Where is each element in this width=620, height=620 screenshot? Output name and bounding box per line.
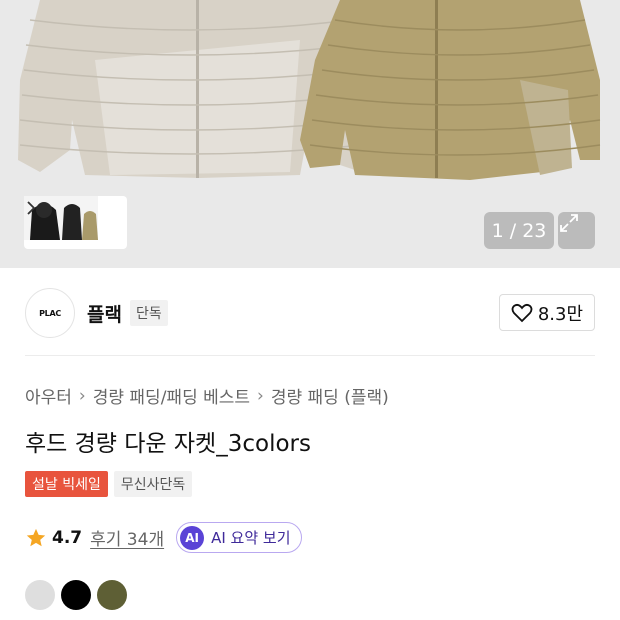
breadcrumb-item[interactable]: 경량 패딩 (플랙) xyxy=(271,383,389,408)
breadcrumb: 아우터 › 경량 패딩/패딩 베스트 › 경량 패딩 (플랙) xyxy=(25,383,389,409)
ai-summary-button[interactable]: AI AI 요약 보기 xyxy=(176,522,302,553)
breadcrumb-item[interactable]: 아우터 xyxy=(25,383,72,408)
chevron-right-icon: › xyxy=(257,385,264,406)
like-count: 8.3만 xyxy=(537,303,583,325)
ai-summary-label: AI 요약 보기 xyxy=(211,529,291,547)
sale-tag: 설날 빅세일 xyxy=(25,471,108,497)
brand-name[interactable]: 플랙 xyxy=(87,300,122,327)
color-swatch-olive[interactable] xyxy=(97,580,127,610)
thumbnail-strip[interactable] xyxy=(24,196,127,249)
expand-button[interactable] xyxy=(558,212,595,249)
color-swatch-light-gray[interactable] xyxy=(25,580,55,610)
brand-exclusive-badge: 단독 xyxy=(130,300,168,326)
breadcrumb-item[interactable]: 경량 패딩/패딩 베스트 xyxy=(93,383,250,408)
product-title: 후드 경량 다운 자켓_3colors xyxy=(25,431,311,457)
chevron-right-icon[interactable] xyxy=(24,196,38,220)
chevron-right-icon: › xyxy=(78,385,86,406)
brand-logo[interactable]: PLAC xyxy=(25,288,75,338)
color-swatches xyxy=(25,580,127,610)
rating-value: 4.7 xyxy=(52,527,83,548)
star-icon xyxy=(26,528,46,546)
product-tags: 설날 빅세일 무신사단독 xyxy=(25,471,193,497)
color-swatch-black[interactable] xyxy=(61,580,91,610)
ai-icon: AI xyxy=(180,525,205,550)
reviews-link[interactable]: 후기 34개 xyxy=(90,525,164,550)
divider xyxy=(25,355,595,356)
brand-row: PLAC 플랙 단독 8.3만 xyxy=(25,288,595,338)
product-image-gallery[interactable]: 1 / 23 xyxy=(0,0,620,268)
image-counter: 1 / 23 xyxy=(484,212,554,249)
exclusive-tag: 무신사단독 xyxy=(113,471,193,497)
like-button[interactable]: 8.3만 xyxy=(498,294,595,331)
expand-icon xyxy=(560,214,578,232)
rating-row: 4.7 후기 34개 AI AI 요약 보기 xyxy=(25,522,302,553)
heart-icon xyxy=(511,303,533,322)
